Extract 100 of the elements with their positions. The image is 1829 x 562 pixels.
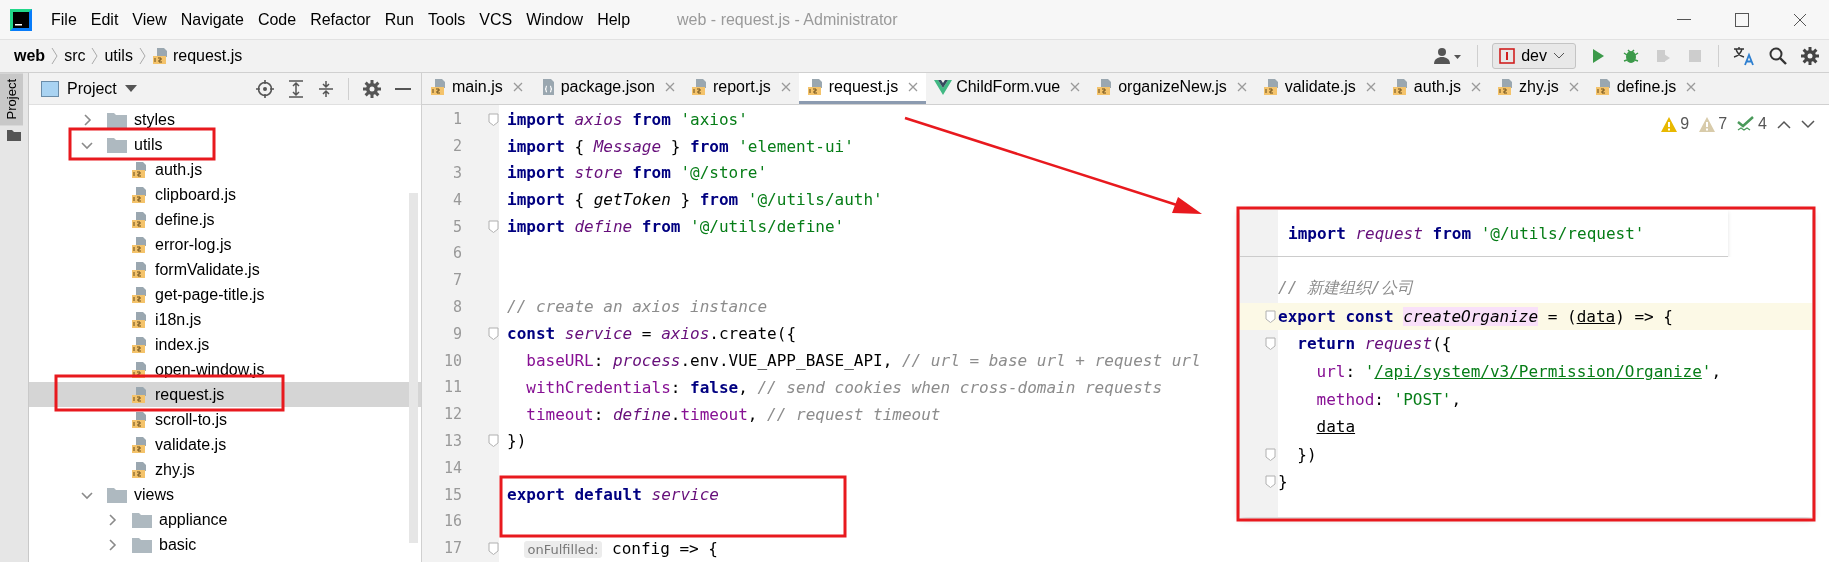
code-line: url: '/api/system/v3/Permission/Organize', bbox=[1315, 362, 1722, 382]
settings-icon[interactable] bbox=[363, 79, 381, 98]
js-file-icon bbox=[131, 235, 149, 254]
chevron-right-icon[interactable] bbox=[106, 538, 118, 551]
editor-tab[interactable]: ChildForm.vue bbox=[926, 73, 1089, 104]
scrollbar[interactable] bbox=[409, 193, 418, 543]
code-line: import request from '@/utils/request' bbox=[1287, 223, 1645, 243]
menu-item[interactable]: File bbox=[44, 6, 84, 33]
close-icon[interactable] bbox=[780, 82, 791, 92]
folder-icon bbox=[131, 510, 153, 529]
code-line: return request({ bbox=[1296, 334, 1452, 354]
breadcrumb[interactable]: utils bbox=[104, 47, 133, 65]
fold-marker-icon[interactable] bbox=[1265, 447, 1276, 461]
tree-item[interactable]: formValidate.js bbox=[29, 257, 421, 282]
close-icon[interactable] bbox=[1686, 82, 1697, 92]
menu-item[interactable]: Tools bbox=[421, 6, 473, 33]
tree-item[interactable]: i18n.js bbox=[29, 307, 421, 332]
editor-tab[interactable]: zhy.js bbox=[1489, 73, 1587, 104]
fold-marker-icon[interactable] bbox=[488, 541, 499, 555]
js-file-icon bbox=[131, 210, 149, 229]
tree-item[interactable]: clipboard.js bbox=[29, 182, 421, 207]
tree-item[interactable]: request.js bbox=[29, 382, 421, 407]
breadcrumb[interactable]: request.js bbox=[151, 47, 243, 65]
breadcrumb-separator-icon bbox=[138, 47, 146, 65]
editor-tab[interactable]: auth.js bbox=[1383, 73, 1489, 104]
tree-item[interactable]: views bbox=[29, 482, 421, 507]
menu-item[interactable]: VCS bbox=[472, 6, 520, 33]
close-icon[interactable] bbox=[665, 82, 675, 92]
editor-tab[interactable]: report.js bbox=[683, 73, 799, 104]
close-icon[interactable] bbox=[1365, 82, 1376, 92]
editor-tab[interactable]: main.js bbox=[422, 73, 531, 104]
close-icon[interactable] bbox=[1070, 82, 1081, 92]
weak-warning-count[interactable]: 7 bbox=[1699, 115, 1728, 133]
chevron-up-icon[interactable] bbox=[1777, 119, 1791, 129]
tree-item[interactable]: open-window.js bbox=[29, 357, 421, 382]
editor-tab[interactable]: request.js bbox=[798, 73, 927, 104]
menu-item[interactable]: Code bbox=[250, 6, 304, 33]
js-file-icon bbox=[430, 78, 448, 96]
menu-item[interactable]: View bbox=[125, 6, 174, 33]
menu-item[interactable]: Help bbox=[590, 6, 638, 33]
fold-marker-icon[interactable] bbox=[488, 112, 499, 126]
tree-item[interactable]: index.js bbox=[29, 332, 421, 357]
folder-icon bbox=[106, 135, 128, 154]
menu-item[interactable]: Refactor bbox=[303, 6, 378, 33]
folder-icon bbox=[106, 110, 128, 129]
fold-marker-icon[interactable] bbox=[1265, 475, 1276, 489]
editor-tab[interactable]: validate.js bbox=[1254, 73, 1384, 104]
chevron-right-icon[interactable] bbox=[81, 113, 93, 126]
close-icon[interactable] bbox=[512, 82, 523, 92]
tree-item[interactable]: zhy.js bbox=[29, 457, 421, 482]
caret-icon[interactable] bbox=[124, 84, 137, 93]
user-icon[interactable] bbox=[1433, 47, 1464, 65]
menu-item[interactable]: Run bbox=[377, 6, 421, 33]
fold-marker-icon[interactable] bbox=[488, 220, 499, 234]
fold-marker-icon[interactable] bbox=[488, 434, 499, 448]
warning-count[interactable]: 9 bbox=[1661, 115, 1690, 133]
crosshair-icon[interactable] bbox=[256, 79, 274, 98]
tree-item[interactable]: utils bbox=[29, 132, 421, 157]
debug-icon[interactable] bbox=[1622, 47, 1640, 65]
chevron-right-icon[interactable] bbox=[106, 513, 118, 526]
editor-tab[interactable]: organizeNew.js bbox=[1088, 73, 1255, 104]
search-icon[interactable] bbox=[1769, 47, 1787, 65]
translate-icon[interactable] bbox=[1733, 46, 1755, 66]
tree-item[interactable]: auth.js bbox=[29, 157, 421, 182]
editor-tab[interactable]: define.js bbox=[1586, 73, 1705, 104]
close-icon[interactable] bbox=[1471, 82, 1481, 92]
tree-item[interactable]: scroll-to.js bbox=[29, 407, 421, 432]
tree-item[interactable]: error-log.js bbox=[29, 232, 421, 257]
breadcrumb[interactable]: src bbox=[64, 47, 86, 65]
tree-item[interactable]: get-page-title.js bbox=[29, 282, 421, 307]
close-icon[interactable] bbox=[908, 82, 919, 92]
close-icon[interactable] bbox=[1568, 82, 1579, 92]
fold-marker-icon[interactable] bbox=[488, 327, 499, 341]
code-line: const service = axios.create({ bbox=[506, 324, 796, 344]
js-file-icon bbox=[1594, 78, 1613, 96]
tree-item[interactable]: appliance bbox=[29, 507, 421, 532]
typo-count[interactable]: 4 bbox=[1737, 115, 1767, 133]
project-view-selector[interactable]: Project bbox=[67, 79, 117, 98]
breadcrumb[interactable]: web bbox=[14, 47, 46, 65]
chevron-down-icon[interactable] bbox=[1801, 119, 1815, 129]
menu-item[interactable]: Navigate bbox=[173, 6, 251, 33]
project-tool-tab[interactable]: Project bbox=[0, 73, 23, 126]
line-number: 12 bbox=[442, 405, 462, 424]
app-logo-icon bbox=[10, 8, 32, 31]
vue-file-icon bbox=[934, 79, 953, 95]
fold-marker-icon[interactable] bbox=[1265, 337, 1276, 351]
run-configuration-dropdown[interactable]: dev bbox=[1492, 43, 1576, 69]
tree-item[interactable]: basic bbox=[29, 532, 421, 557]
fold-marker-icon[interactable] bbox=[1265, 309, 1276, 323]
collapse-all-icon[interactable] bbox=[318, 79, 334, 98]
tree-item[interactable]: define.js bbox=[29, 207, 421, 232]
menu-item[interactable]: Window bbox=[519, 6, 591, 33]
tree-item[interactable]: styles bbox=[29, 107, 421, 132]
menu-item[interactable]: Edit bbox=[83, 6, 126, 33]
close-icon[interactable] bbox=[1236, 82, 1247, 92]
settings-icon[interactable] bbox=[1801, 47, 1819, 65]
js-file-icon bbox=[131, 410, 149, 429]
tree-item[interactable]: validate.js bbox=[29, 432, 421, 457]
expand-all-icon[interactable] bbox=[288, 79, 304, 98]
editor-tab[interactable]: package.json bbox=[530, 73, 683, 104]
